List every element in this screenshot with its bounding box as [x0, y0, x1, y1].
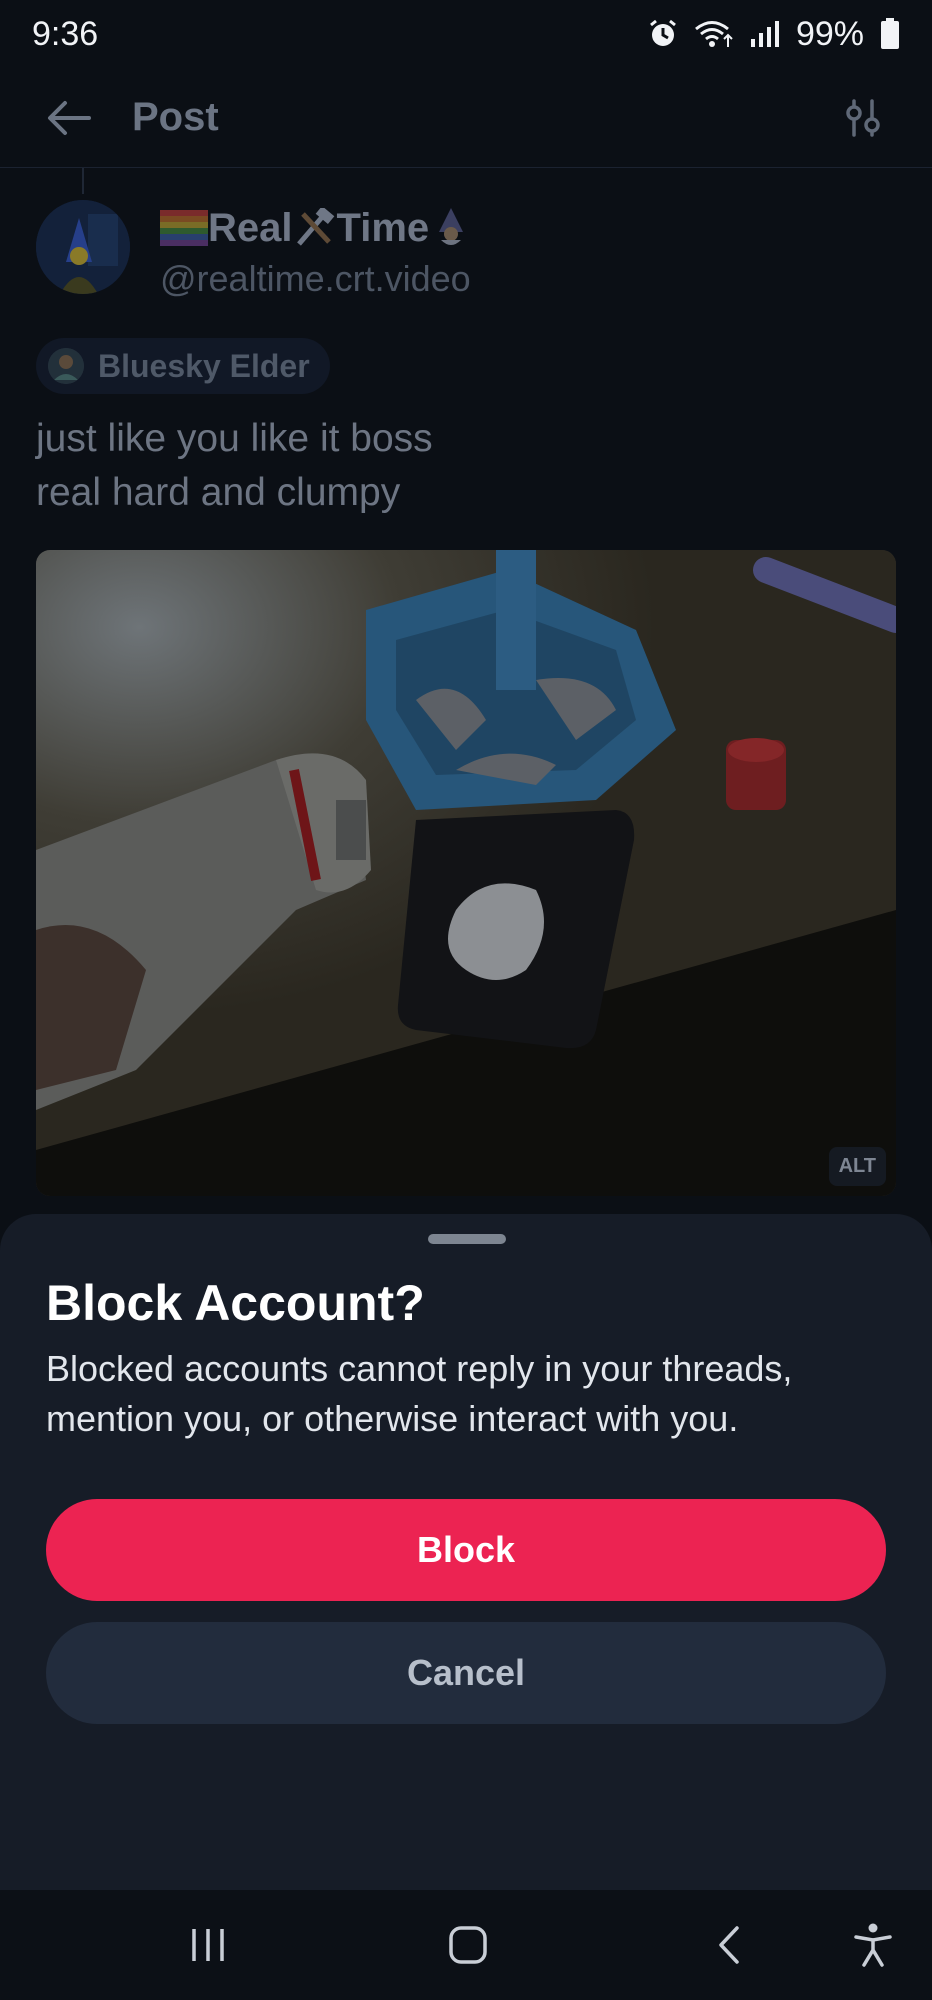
- accessibility-button[interactable]: [838, 1910, 908, 1980]
- thread-line: [82, 168, 84, 194]
- filter-icon: [846, 98, 880, 137]
- recent-apps-button[interactable]: [173, 1910, 243, 1980]
- alarm-icon: [648, 19, 678, 49]
- recent-apps-icon: [192, 1929, 224, 1961]
- back-icon: [719, 1926, 739, 1964]
- post-author: Real Time @realtime.crt.video: [36, 200, 473, 300]
- dialog-description: Blocked accounts cannot reply in your th…: [46, 1348, 793, 1439]
- page-title: Post: [132, 95, 219, 139]
- block-button[interactable]: Block: [46, 1499, 886, 1601]
- post-image[interactable]: ALT: [36, 550, 896, 1196]
- block-account-sheet: Block Account? Blocked accounts cannot r…: [0, 1214, 932, 1890]
- accessibility-icon: [854, 1923, 892, 1967]
- battery-icon: [880, 18, 900, 50]
- battery-percent: 99%: [795, 14, 864, 53]
- sheet-drag-handle[interactable]: [428, 1234, 506, 1244]
- post-header: Post: [0, 68, 932, 168]
- signal-icon: [750, 19, 780, 49]
- rainbow-flag-icon: [160, 210, 208, 246]
- post-text: just like you like it boss real hard and…: [36, 417, 433, 514]
- badge-avatar-icon: [48, 348, 84, 384]
- post-photo: [36, 550, 896, 1196]
- system-back-button[interactable]: [694, 1910, 764, 1980]
- system-nav-bar: [0, 1890, 932, 2000]
- verification-badge[interactable]: Bluesky Elder: [36, 338, 330, 394]
- cancel-button[interactable]: Cancel: [46, 1622, 886, 1724]
- status-time: 9:36: [32, 14, 99, 53]
- back-arrow-icon: [48, 100, 91, 135]
- home-button[interactable]: [433, 1910, 503, 1980]
- hammer-wrench-icon: [296, 208, 334, 246]
- thread-settings-button[interactable]: [830, 85, 896, 151]
- status-bar: 9:36 99%: [0, 0, 932, 68]
- avatar[interactable]: [36, 200, 130, 294]
- alt-text-badge[interactable]: ALT: [828, 1147, 886, 1186]
- wifi-icon: [694, 19, 734, 49]
- dialog-title: Block Account?: [46, 1275, 425, 1331]
- status-icons: 99%: [648, 15, 900, 54]
- author-display-name[interactable]: Real Time: [160, 200, 473, 256]
- author-handle[interactable]: @realtime.crt.video: [160, 258, 473, 300]
- home-icon: [449, 1926, 487, 1964]
- wizard-icon: [439, 208, 464, 245]
- back-button[interactable]: [36, 85, 102, 151]
